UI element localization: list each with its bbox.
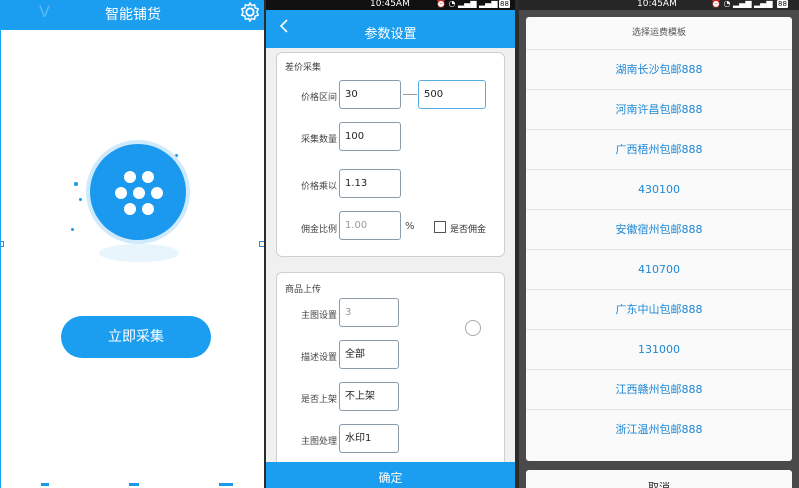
bottom-nav-strip (1, 482, 264, 488)
price-collect-card: 差价采集 价格区间 30 500 采集数量 100 价格乘以 1.13 佣金比例… (276, 52, 505, 257)
confirm-button[interactable]: 确定 (266, 462, 515, 488)
template-option[interactable]: 广东中山包邮888 (526, 289, 792, 329)
image-process-select[interactable]: 水印1 (339, 424, 399, 453)
home-title-bar: V 智能铺货 (1, 0, 264, 30)
template-sheet: 选择运费模板 湖南长沙包邮888 河南许昌包邮888 广西梧州包邮888 430… (526, 17, 792, 461)
commission-checkbox-label: 是否佣金 (450, 225, 487, 235)
template-option[interactable]: 湖南长沙包邮888 (526, 49, 792, 89)
status-time: 10:45AM (637, 0, 677, 9)
status-bar: 10:45AM ⏰ ◔ ▂▄▆ ▂▄▆ 88 (266, 0, 515, 10)
status-time: 10:45AM (370, 0, 410, 9)
nav-mark (41, 483, 49, 486)
battery-badge: 88 (777, 0, 788, 8)
template-option[interactable]: 安徽宿州包邮888 (526, 209, 792, 249)
home-title: 智能铺货 (105, 7, 161, 23)
description-select[interactable]: 全部 (339, 340, 399, 369)
commission-rate-label: 佣金比例 (300, 225, 337, 235)
decor-dot (74, 182, 78, 186)
template-option[interactable]: 410700 (526, 249, 792, 289)
sheet-title: 选择运费模板 (631, 28, 686, 38)
price-multiplier-input[interactable]: 1.13 (339, 169, 401, 198)
price-multiplier-label: 价格乘以 (300, 182, 337, 192)
settings-screen: 10:45AM ⏰ ◔ ▂▄▆ ▂▄▆ 88 参数设置 差价采集 价格区间 30… (266, 0, 515, 488)
percent-sign: % (405, 221, 415, 232)
description-label: 描述设置 (300, 353, 337, 363)
status-icons: ⏰ ◔ ▂▄▆ ▂▄▆ (436, 0, 498, 8)
battery-badge: 88 (499, 0, 510, 8)
image-process-label: 主图处理 (300, 437, 337, 447)
decor-dot (71, 228, 74, 231)
template-option[interactable]: 430100 (526, 169, 792, 209)
status-bar: 10:45AM ⏰ ◔ ▂▄▆ ▂▄▆ 88 (519, 0, 799, 10)
main-image-label: 主图设置 (300, 311, 337, 321)
collect-now-button[interactable]: 立即采集 (61, 316, 211, 358)
circle-shadow (99, 244, 179, 262)
settings-header: 参数设置 (266, 10, 515, 48)
collect-count-label: 采集数量 (300, 135, 337, 145)
resize-handle (1, 241, 4, 247)
upload-section-title: 商品上传 (285, 285, 322, 295)
radio-button[interactable] (465, 320, 481, 336)
listing-label: 是否上架 (300, 395, 337, 405)
price-max-input[interactable]: 500 (418, 80, 486, 109)
template-option[interactable]: 131000 (526, 329, 792, 369)
price-min-input[interactable]: 30 (339, 80, 401, 109)
commission-rate-input[interactable]: 1.00 (339, 211, 401, 240)
collect-count-input[interactable]: 100 (339, 122, 401, 151)
listing-select[interactable]: 不上架 (339, 382, 399, 411)
template-option[interactable]: 河南许昌包邮888 (526, 89, 792, 129)
price-section-title: 差价采集 (285, 63, 322, 73)
home-screen: V 智能铺货 立即采集 (0, 0, 264, 488)
commission-checkbox[interactable] (434, 221, 446, 233)
gear-icon[interactable] (239, 1, 261, 23)
template-picker-screen: 10:45AM ⏰ ◔ ▂▄▆ ▂▄▆ 88 选择运费模板 湖南长沙包邮888 … (519, 0, 799, 488)
cancel-button[interactable]: 取消 (526, 470, 792, 488)
main-image-input[interactable]: 3 (339, 298, 399, 327)
template-option[interactable]: 浙江温州包邮888 (526, 409, 792, 449)
decor-dot (79, 198, 82, 201)
flower-dots-icon (115, 171, 163, 215)
range-separator (403, 94, 417, 95)
template-option[interactable]: 广西梧州包邮888 (526, 129, 792, 169)
template-option[interactable]: 江西赣州包邮888 (526, 369, 792, 409)
resize-handle (259, 241, 264, 247)
product-upload-card: 商品上传 主图设置 3 描述设置 全部 是否上架 不上架 主图处理 水印1 (276, 272, 505, 472)
nav-mark (219, 483, 233, 486)
price-range-label: 价格区间 (300, 93, 337, 103)
nav-mark (129, 483, 139, 486)
settings-title: 参数设置 (364, 27, 417, 42)
status-icons: ⏰ ◔ ▂▄▆ ▂▄▆ (711, 0, 773, 8)
